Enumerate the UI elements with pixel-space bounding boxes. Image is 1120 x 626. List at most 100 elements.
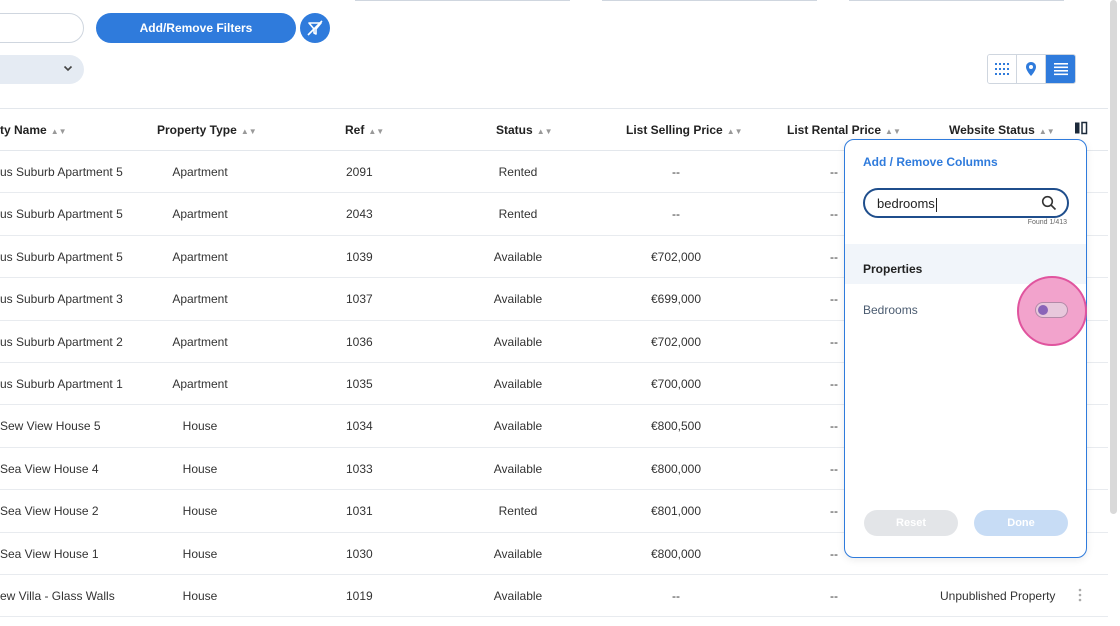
column-group-label: Properties [863,262,923,276]
sort-icon: ▲▼ [726,127,743,136]
ref-cell: 1033 [346,461,373,476]
list-rental-price-cell: -- [830,292,838,307]
grid-view-icon [995,63,1009,75]
column-search-input[interactable]: bedrooms [863,188,1069,218]
done-button[interactable]: Done [974,510,1068,536]
column-search-value: bedrooms [877,196,935,211]
add-remove-filters-button[interactable]: Add/Remove Filters [96,13,296,43]
column-header-list-selling-price[interactable]: List Selling Price ▲▼ [626,123,743,137]
column-header-name[interactable]: ty Name ▲▼ [0,123,67,137]
search-result-count: Found 1/413 [1027,219,1067,226]
view-mode-toggle [987,54,1076,84]
ref-cell: 1034 [346,419,373,434]
view-select-dropdown[interactable] [0,55,84,84]
status-cell: Available [493,292,543,307]
list-view-button[interactable] [1046,55,1075,83]
column-header-label: Ref [345,123,365,137]
column-header-label: Property Type [157,123,237,137]
sort-icon: ▲▼ [885,127,901,136]
list-selling-price-cell: €800,500 [650,419,702,434]
property-type-cell: Apartment [172,165,228,179]
list-rental-price-cell: -- [830,376,838,391]
property-name-cell: us Suburb Apartment 5 [0,207,123,222]
clear-filter-button[interactable] [300,13,330,43]
list-rental-price-cell: -- [830,546,838,561]
column-option-bedrooms-label: Bedrooms [863,303,918,317]
website-status-cell: Unpublished Property [940,588,1056,603]
list-selling-price-cell: -- [672,588,680,603]
property-type-cell: Apartment [172,292,228,307]
column-header-label: Website Status [949,123,1035,137]
column-header-status[interactable]: Status ▲▼ [496,123,553,137]
property-name-cell: us Suburb Apartment 5 [0,165,123,179]
map-pin-icon [1026,62,1036,76]
list-rental-price-cell: -- [830,207,838,222]
ref-cell: 2091 [346,165,373,179]
status-cell: Rented [498,207,538,222]
list-selling-price-cell: -- [672,165,680,179]
status-cell: Available [493,334,543,349]
panel-title: Add / Remove Columns [863,155,998,169]
columns-icon[interactable] [1074,121,1088,135]
property-type-cell: House [182,504,218,519]
map-view-button[interactable] [1017,55,1046,83]
ref-cell: 1031 [346,504,373,519]
property-type-cell: House [182,588,218,603]
filter-off-icon [307,20,323,36]
grid-view-button[interactable] [988,55,1017,83]
ref-cell: 1037 [346,292,373,307]
column-header-list-rental-price[interactable]: List Rental Price ▲▼ [787,123,901,137]
property-type-cell: Apartment [172,207,228,222]
add-remove-columns-panel: Add / Remove Columns bedrooms Found 1/41… [844,139,1087,558]
property-name-cell: Sea View House 2 [0,504,99,519]
property-type-cell: House [182,461,218,476]
status-cell: Available [493,249,543,264]
list-rental-price-cell: -- [830,588,838,603]
search-input[interactable] [0,13,84,43]
property-type-cell: House [182,546,218,561]
ref-cell: 1036 [346,334,373,349]
bedrooms-column-toggle[interactable] [1035,302,1068,318]
table-row[interactable]: ew Villa - Glass Walls House 1019 Available… [0,575,1108,618]
sort-icon: ▲▼ [368,127,385,136]
sort-icon: ▲▼ [1038,127,1055,136]
list-selling-price-cell: €702,000 [650,334,702,349]
property-type-cell: House [182,419,218,434]
column-header-ref[interactable]: Ref ▲▼ [345,123,384,137]
property-type-cell: Apartment [172,249,228,264]
list-selling-price-cell: €700,000 [650,376,702,391]
sort-icon: ▲▼ [536,127,553,136]
property-name-cell: us Suburb Apartment 1 [0,376,123,391]
property-name-cell: Sea View House 1 [0,546,99,561]
text-caret [935,197,937,212]
list-selling-price-cell: -- [672,207,680,222]
list-selling-price-cell: €702,000 [650,249,702,264]
status-cell: Available [493,376,543,391]
list-rental-price-cell: -- [830,249,838,264]
list-rental-price-cell: -- [830,504,838,519]
property-name-cell: us Suburb Apartment 5 [0,249,123,264]
reset-button[interactable]: Reset [864,510,958,536]
property-type-cell: Apartment [172,334,228,349]
kebab-menu-icon[interactable] [1076,587,1084,606]
property-name-cell: Sew View House 5 [0,419,101,434]
status-cell: Rented [498,165,538,179]
column-header-property-type[interactable]: Property Type ▲▼ [157,123,257,137]
column-header-label: Status [496,123,533,137]
scrollbar[interactable] [1110,0,1117,514]
sort-icon: ▲▼ [50,127,67,136]
list-view-icon [1053,63,1068,76]
property-name-cell: Sea View House 4 [0,461,99,476]
column-header-label: List Selling Price [626,123,723,137]
search-icon[interactable] [1041,195,1057,211]
list-selling-price-cell: €800,000 [650,461,702,476]
ref-cell: 2043 [346,207,373,222]
list-rental-price-cell: -- [830,165,838,179]
list-rental-price-cell: -- [830,334,838,349]
property-type-cell: Apartment [172,376,228,391]
top-tab-strip [0,0,1120,2]
status-cell: Available [493,546,543,561]
toggle-knob [1038,305,1048,315]
list-selling-price-cell: €801,000 [650,504,702,519]
column-header-website-status[interactable]: Website Status ▲▼ [949,123,1055,137]
